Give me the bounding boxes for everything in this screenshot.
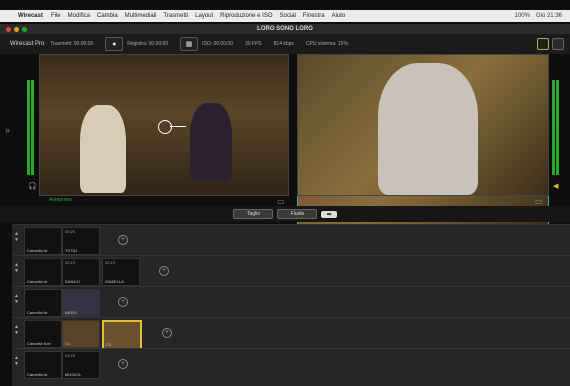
- stream-timer: Trasmetti: 00:00:00: [50, 41, 94, 47]
- live-label: Diretta: [302, 197, 317, 203]
- layer-4-shot-c3[interactable]: C3: [102, 320, 142, 350]
- preview-person-right: [190, 103, 232, 181]
- record-timer: Registra: 00:00:00: [127, 41, 169, 47]
- position-handle-line: [170, 126, 186, 127]
- iso-button[interactable]: ▦: [180, 37, 199, 51]
- menu-item-trasmetti[interactable]: Trasmetti: [163, 13, 188, 19]
- layer-1-controls[interactable]: ▲ ▼: [14, 231, 20, 243]
- record-icon: ●: [112, 40, 117, 48]
- window-titlebar: LORO SONO LORO: [0, 24, 570, 34]
- preview-output-icon[interactable]: ▭: [277, 197, 285, 206]
- window-title: LORO SONO LORO: [257, 26, 313, 32]
- smooth-transition-select[interactable]: Fluido: [277, 209, 318, 219]
- layer-1-shot-titoli[interactable]: 00:25 TITOLI: [62, 227, 100, 255]
- transition-bar: Taglio Fluido ➡: [0, 206, 570, 222]
- position-handle-icon[interactable]: [158, 120, 172, 134]
- layer-5: ▲ ▼ Cancella liv 03:29 MUSICA +: [12, 348, 570, 386]
- clock[interactable]: Gio 21:36: [536, 13, 562, 19]
- layer-2-controls[interactable]: ▲ ▼: [14, 262, 20, 274]
- audio-meter-live-left: [552, 80, 555, 175]
- layout-toggles: [537, 38, 564, 50]
- iso-timer: ISO: 00:00:00: [202, 41, 233, 47]
- preview-person-left: [80, 105, 126, 193]
- cut-transition-select[interactable]: Taglio: [233, 209, 274, 219]
- iso-icon: ▦: [185, 41, 193, 48]
- layer-4-shot-c1[interactable]: C1: [62, 320, 100, 348]
- menu-item-cambia[interactable]: Cambia: [97, 13, 118, 19]
- layer-1-shot-clear[interactable]: Cancella liv: [24, 227, 62, 255]
- layer-1: ▲ ▼ Cancella liv 00:25 TITOLI +: [12, 224, 570, 255]
- audio-meter-right: [31, 80, 34, 175]
- layer-5-shot-clear[interactable]: Cancella liv: [24, 351, 62, 379]
- window-controls: [6, 27, 27, 32]
- audio-meter-left: [27, 80, 30, 175]
- menu-item-modifica[interactable]: Modifica: [68, 13, 90, 19]
- cpu-readout: CPU sistema: 15%: [305, 41, 348, 47]
- layer-4-controls[interactable]: ▲ ▼: [14, 324, 20, 336]
- record-button[interactable]: ●: [105, 37, 124, 51]
- live-output-icon[interactable]: ▭: [535, 197, 543, 206]
- layer-3-shot-inizio[interactable]: INIZIO: [62, 289, 100, 317]
- menu-item-file[interactable]: File: [51, 13, 61, 19]
- bitrate-readout: 814 kbps: [273, 41, 294, 47]
- headphones-icon[interactable]: 🎧: [28, 182, 37, 190]
- layer-5-shot-musica[interactable]: 03:29 MUSICA: [62, 351, 100, 379]
- layer-2-shot-isabella[interactable]: 00:10 ISABELLA: [102, 258, 140, 286]
- preview-label: Anteprima: [49, 197, 72, 203]
- layer-4-shot-clear[interactable]: Cancella livel: [24, 320, 62, 348]
- add-shot-button[interactable]: +: [118, 359, 128, 369]
- add-shot-button[interactable]: +: [118, 235, 128, 245]
- layer-5-controls[interactable]: ▲ ▼: [14, 355, 20, 367]
- menu-item-finestra[interactable]: Finestra: [303, 13, 325, 19]
- menu-item-multimediali[interactable]: Multimediali: [125, 13, 157, 19]
- menu-item-social[interactable]: Social: [280, 13, 296, 19]
- add-shot-button[interactable]: +: [162, 328, 172, 338]
- layer-2-shot-clear[interactable]: Cancella liv: [24, 258, 62, 286]
- menu-item-layout[interactable]: Layout: [195, 13, 213, 19]
- layer-3-controls[interactable]: ▲ ▼: [14, 293, 20, 305]
- audio-meter-live-right: [556, 80, 559, 175]
- layer-3-shot-clear[interactable]: Cancella liv: [24, 289, 62, 317]
- menu-bar: Wirecast File Modifica Cambia Multimedia…: [0, 10, 570, 22]
- collapse-panel-icon[interactable]: »: [5, 125, 10, 135]
- menu-item-riproduzione[interactable]: Riproduzione e ISO: [220, 13, 272, 19]
- dual-view-toggle[interactable]: [537, 38, 549, 50]
- layer-3: ▲ ▼ Cancella liv INIZIO +: [12, 286, 570, 317]
- layer-4: ▲ ▼ Cancella livel C1 C3 +: [12, 317, 570, 350]
- add-shot-button[interactable]: +: [159, 266, 169, 276]
- toolbar: Wirecast Pro ◉ Trasmetti: 00:00:00 ● Reg…: [0, 34, 570, 230]
- close-window-button[interactable]: [6, 27, 11, 32]
- minimize-window-button[interactable]: [14, 27, 19, 32]
- add-shot-button[interactable]: +: [118, 297, 128, 307]
- zoom-window-button[interactable]: [22, 27, 27, 32]
- app-logo: Wirecast Pro: [10, 41, 45, 47]
- menu-app-name[interactable]: Wirecast: [18, 13, 43, 19]
- fps-readout: 30 FPS: [244, 41, 262, 47]
- live-person: [378, 63, 478, 195]
- battery-status[interactable]: 100%: [515, 13, 530, 19]
- layer-2-shot-danilo[interactable]: 00:10 DANILO: [62, 258, 100, 286]
- speaker-icon[interactable]: ◀: [553, 182, 558, 190]
- menu-item-aiuto[interactable]: Aiuto: [332, 13, 346, 19]
- layer-2: ▲ ▼ Cancella liv 00:10 DANILO 00:10 ISABELL…: [12, 255, 570, 286]
- single-view-toggle[interactable]: [552, 38, 564, 50]
- go-button[interactable]: ➡: [321, 210, 337, 218]
- live-monitor: [297, 54, 549, 196]
